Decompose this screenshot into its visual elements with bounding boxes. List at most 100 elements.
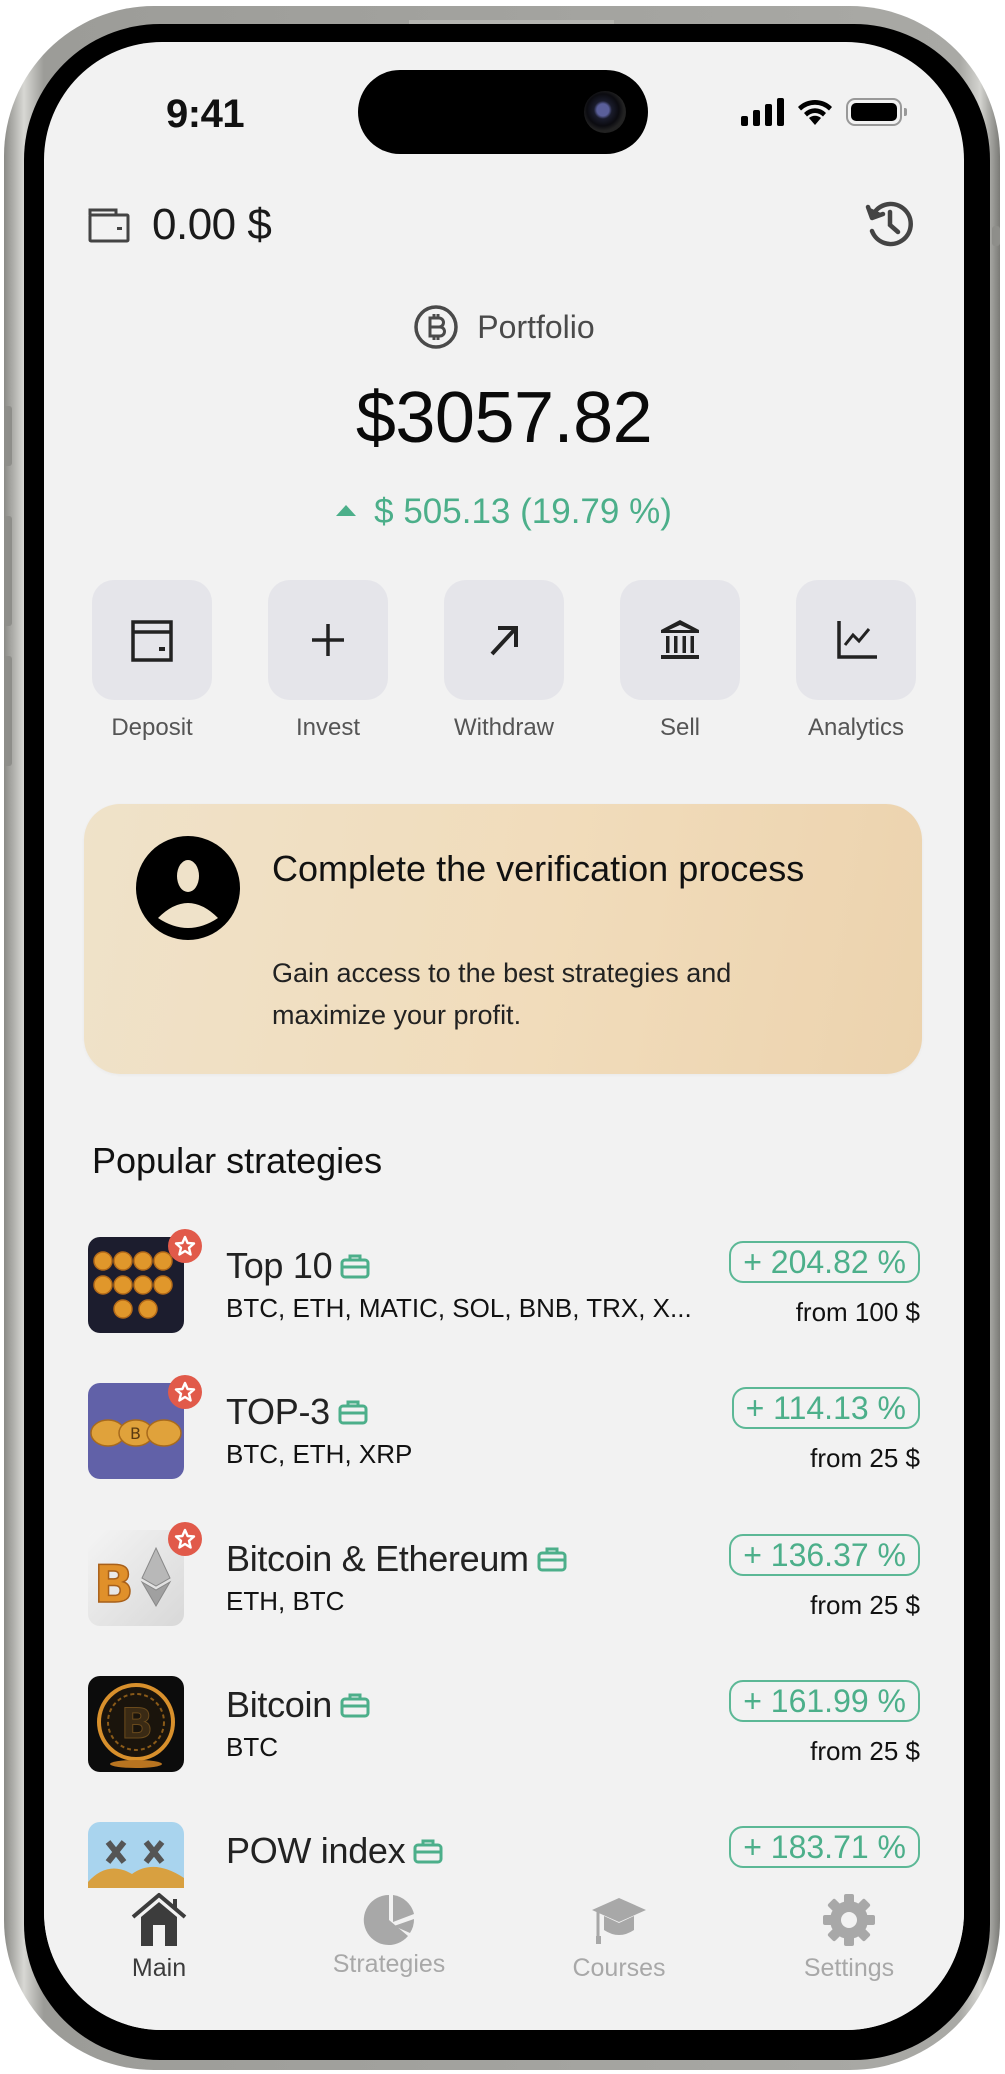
deposit-button[interactable]: Deposit bbox=[92, 580, 212, 742]
bottom-navigation: Main Strategies Courses Settings bbox=[44, 1888, 964, 2030]
portfolio-change-value: $ 505.13 (19.79 %) bbox=[374, 492, 672, 531]
portfolio-label-text: Portfolio bbox=[477, 308, 595, 345]
sell-label: Sell bbox=[659, 714, 701, 741]
nav-strategies[interactable]: Strategies bbox=[274, 1888, 504, 2030]
nav-courses[interactable]: Courses bbox=[504, 1888, 734, 2030]
strategy-return-badge: + 204.82 % bbox=[729, 1241, 920, 1283]
strategy-name: Bitcoin bbox=[226, 1684, 332, 1725]
star-icon bbox=[174, 1528, 196, 1549]
status-time: 9:41 bbox=[166, 92, 245, 136]
triangle-up-icon bbox=[336, 505, 357, 516]
portfolio-label: Portfolio bbox=[44, 304, 964, 350]
briefcase-icon bbox=[413, 1839, 443, 1864]
user-circle-icon bbox=[136, 836, 240, 940]
pie-chart-icon bbox=[363, 1894, 415, 1945]
nav-settings-label: Settings bbox=[803, 1954, 895, 1982]
volume-up-button bbox=[4, 516, 12, 626]
strategy-coins: BTC, ETH, XRP bbox=[226, 1439, 413, 1469]
portfolio-change: $ 505.13 (19.79 %) bbox=[44, 492, 964, 532]
strategy-name: Top 10 bbox=[226, 1245, 333, 1286]
wallet-balance: 0.00 $ bbox=[152, 200, 272, 249]
volume-down-button bbox=[4, 656, 12, 766]
front-camera bbox=[584, 91, 626, 133]
action-button bbox=[4, 406, 12, 466]
invest-label: Invest bbox=[295, 714, 361, 741]
briefcase-icon bbox=[340, 1254, 370, 1279]
strategy-row[interactable]: Top 10 BTC, ETH, MATIC, SOL, BNB, TRX, X… bbox=[88, 1229, 920, 1347]
analytics-button[interactable]: Analytics bbox=[796, 580, 916, 742]
strategy-return-badge: + 114.13 % bbox=[731, 1387, 920, 1429]
analytics-label: Analytics bbox=[807, 714, 905, 741]
strategy-return-badge: + 136.37 % bbox=[729, 1534, 920, 1576]
portfolio-total: $3057.82 bbox=[355, 378, 653, 458]
strategy-coins: ETH, BTC bbox=[226, 1586, 345, 1616]
nav-main[interactable]: Main bbox=[44, 1888, 274, 2030]
strategy-name: TOP-3 bbox=[226, 1391, 330, 1432]
strategy-row[interactable]: B Bitcoin & Ethereum ETH, BTC + 136.37 %… bbox=[88, 1522, 920, 1640]
briefcase-icon bbox=[340, 1693, 370, 1718]
strategy-name-row: Bitcoin bbox=[226, 1684, 370, 1726]
strategy-name: POW index bbox=[226, 1830, 406, 1871]
history-icon bbox=[865, 201, 913, 247]
invest-button[interactable]: Invest bbox=[268, 580, 388, 742]
chart-line-icon bbox=[837, 621, 877, 659]
strategy-coins: BTC, ETH, MATIC, SOL, BNB, TRX, X... bbox=[226, 1293, 692, 1323]
deposit-label: Deposit bbox=[111, 714, 193, 741]
featured-star-badge bbox=[168, 1229, 202, 1263]
strategy-name-row: Bitcoin & Ethereum bbox=[226, 1538, 567, 1580]
cellular-signal-icon bbox=[741, 98, 784, 126]
featured-star-badge bbox=[168, 1522, 202, 1556]
banner-description: Gain access to the best strategies and m… bbox=[272, 958, 732, 1030]
graduation-cap-icon bbox=[592, 1898, 646, 1944]
wallet-icon bbox=[88, 208, 130, 243]
star-icon bbox=[174, 1235, 196, 1256]
strategy-min-investment: from 100 $ bbox=[795, 1297, 920, 1327]
nav-main-label: Main bbox=[131, 1954, 187, 1982]
home-icon bbox=[131, 1893, 187, 1946]
star-icon bbox=[174, 1381, 196, 1402]
history-button[interactable] bbox=[860, 194, 920, 254]
featured-star-badge bbox=[168, 1375, 202, 1409]
strategy-min-investment: from 25 $ bbox=[810, 1736, 920, 1766]
antenna-band bbox=[992, 226, 1000, 246]
plus-icon bbox=[312, 624, 344, 656]
bitcoin-circle-icon bbox=[414, 305, 459, 349]
bank-icon bbox=[661, 620, 699, 659]
dynamic-island bbox=[358, 70, 648, 154]
nav-courses-label: Courses bbox=[572, 1954, 666, 1982]
wifi-icon bbox=[798, 99, 832, 125]
strategy-thumbnail-bitcoin: B bbox=[88, 1676, 184, 1772]
quick-actions: Deposit Invest Withdraw Sell Analytics bbox=[92, 580, 916, 742]
sell-button[interactable]: Sell bbox=[620, 580, 740, 742]
svg-text:B: B bbox=[121, 1699, 153, 1748]
strategy-return-badge: + 161.99 % bbox=[729, 1680, 920, 1722]
nav-strategies-label: Strategies bbox=[332, 1950, 446, 1978]
strategy-coins: BTC bbox=[226, 1732, 278, 1762]
deposit-icon bbox=[131, 620, 173, 662]
strategy-row[interactable]: B TOP-3 BTC, ETH, XRP + 114.13 % from 25… bbox=[88, 1375, 920, 1493]
briefcase-icon bbox=[338, 1400, 368, 1425]
strategy-min-investment: from 25 $ bbox=[810, 1443, 920, 1473]
withdraw-label: Withdraw bbox=[453, 714, 555, 741]
strategy-return-badge: + 183.71 % bbox=[729, 1826, 920, 1868]
strategy-name-row: TOP-3 bbox=[226, 1391, 368, 1433]
strategy-min-investment: from 25 $ bbox=[810, 1590, 920, 1620]
battery-icon bbox=[846, 98, 907, 126]
app-screen: 9:41 0.00 $ Portfolio $3057.82 $ 505.13 … bbox=[44, 42, 964, 2030]
status-icons bbox=[741, 98, 907, 126]
strategy-name-row: Top 10 bbox=[226, 1245, 370, 1287]
strategy-name: Bitcoin & Ethereum bbox=[226, 1538, 529, 1579]
banner-title: Complete the verification process bbox=[272, 848, 805, 889]
verification-banner[interactable]: Complete the verification process Gain a… bbox=[84, 804, 922, 1074]
strategy-name-row: POW index bbox=[226, 1830, 443, 1872]
gear-icon bbox=[823, 1894, 875, 1946]
nav-settings[interactable]: Settings bbox=[734, 1888, 964, 2030]
svg-text:B: B bbox=[130, 1424, 141, 1443]
strategy-row[interactable]: B Bitcoin BTC + 161.99 % from 25 $ bbox=[88, 1676, 920, 1786]
briefcase-icon bbox=[537, 1547, 567, 1572]
arrow-up-right-icon bbox=[490, 626, 518, 656]
withdraw-button[interactable]: Withdraw bbox=[444, 580, 564, 742]
svg-text:B: B bbox=[94, 1555, 134, 1615]
wallet-balance-row[interactable]: 0.00 $ bbox=[88, 200, 272, 250]
popular-strategies-title: Popular strategies bbox=[92, 1140, 383, 1181]
